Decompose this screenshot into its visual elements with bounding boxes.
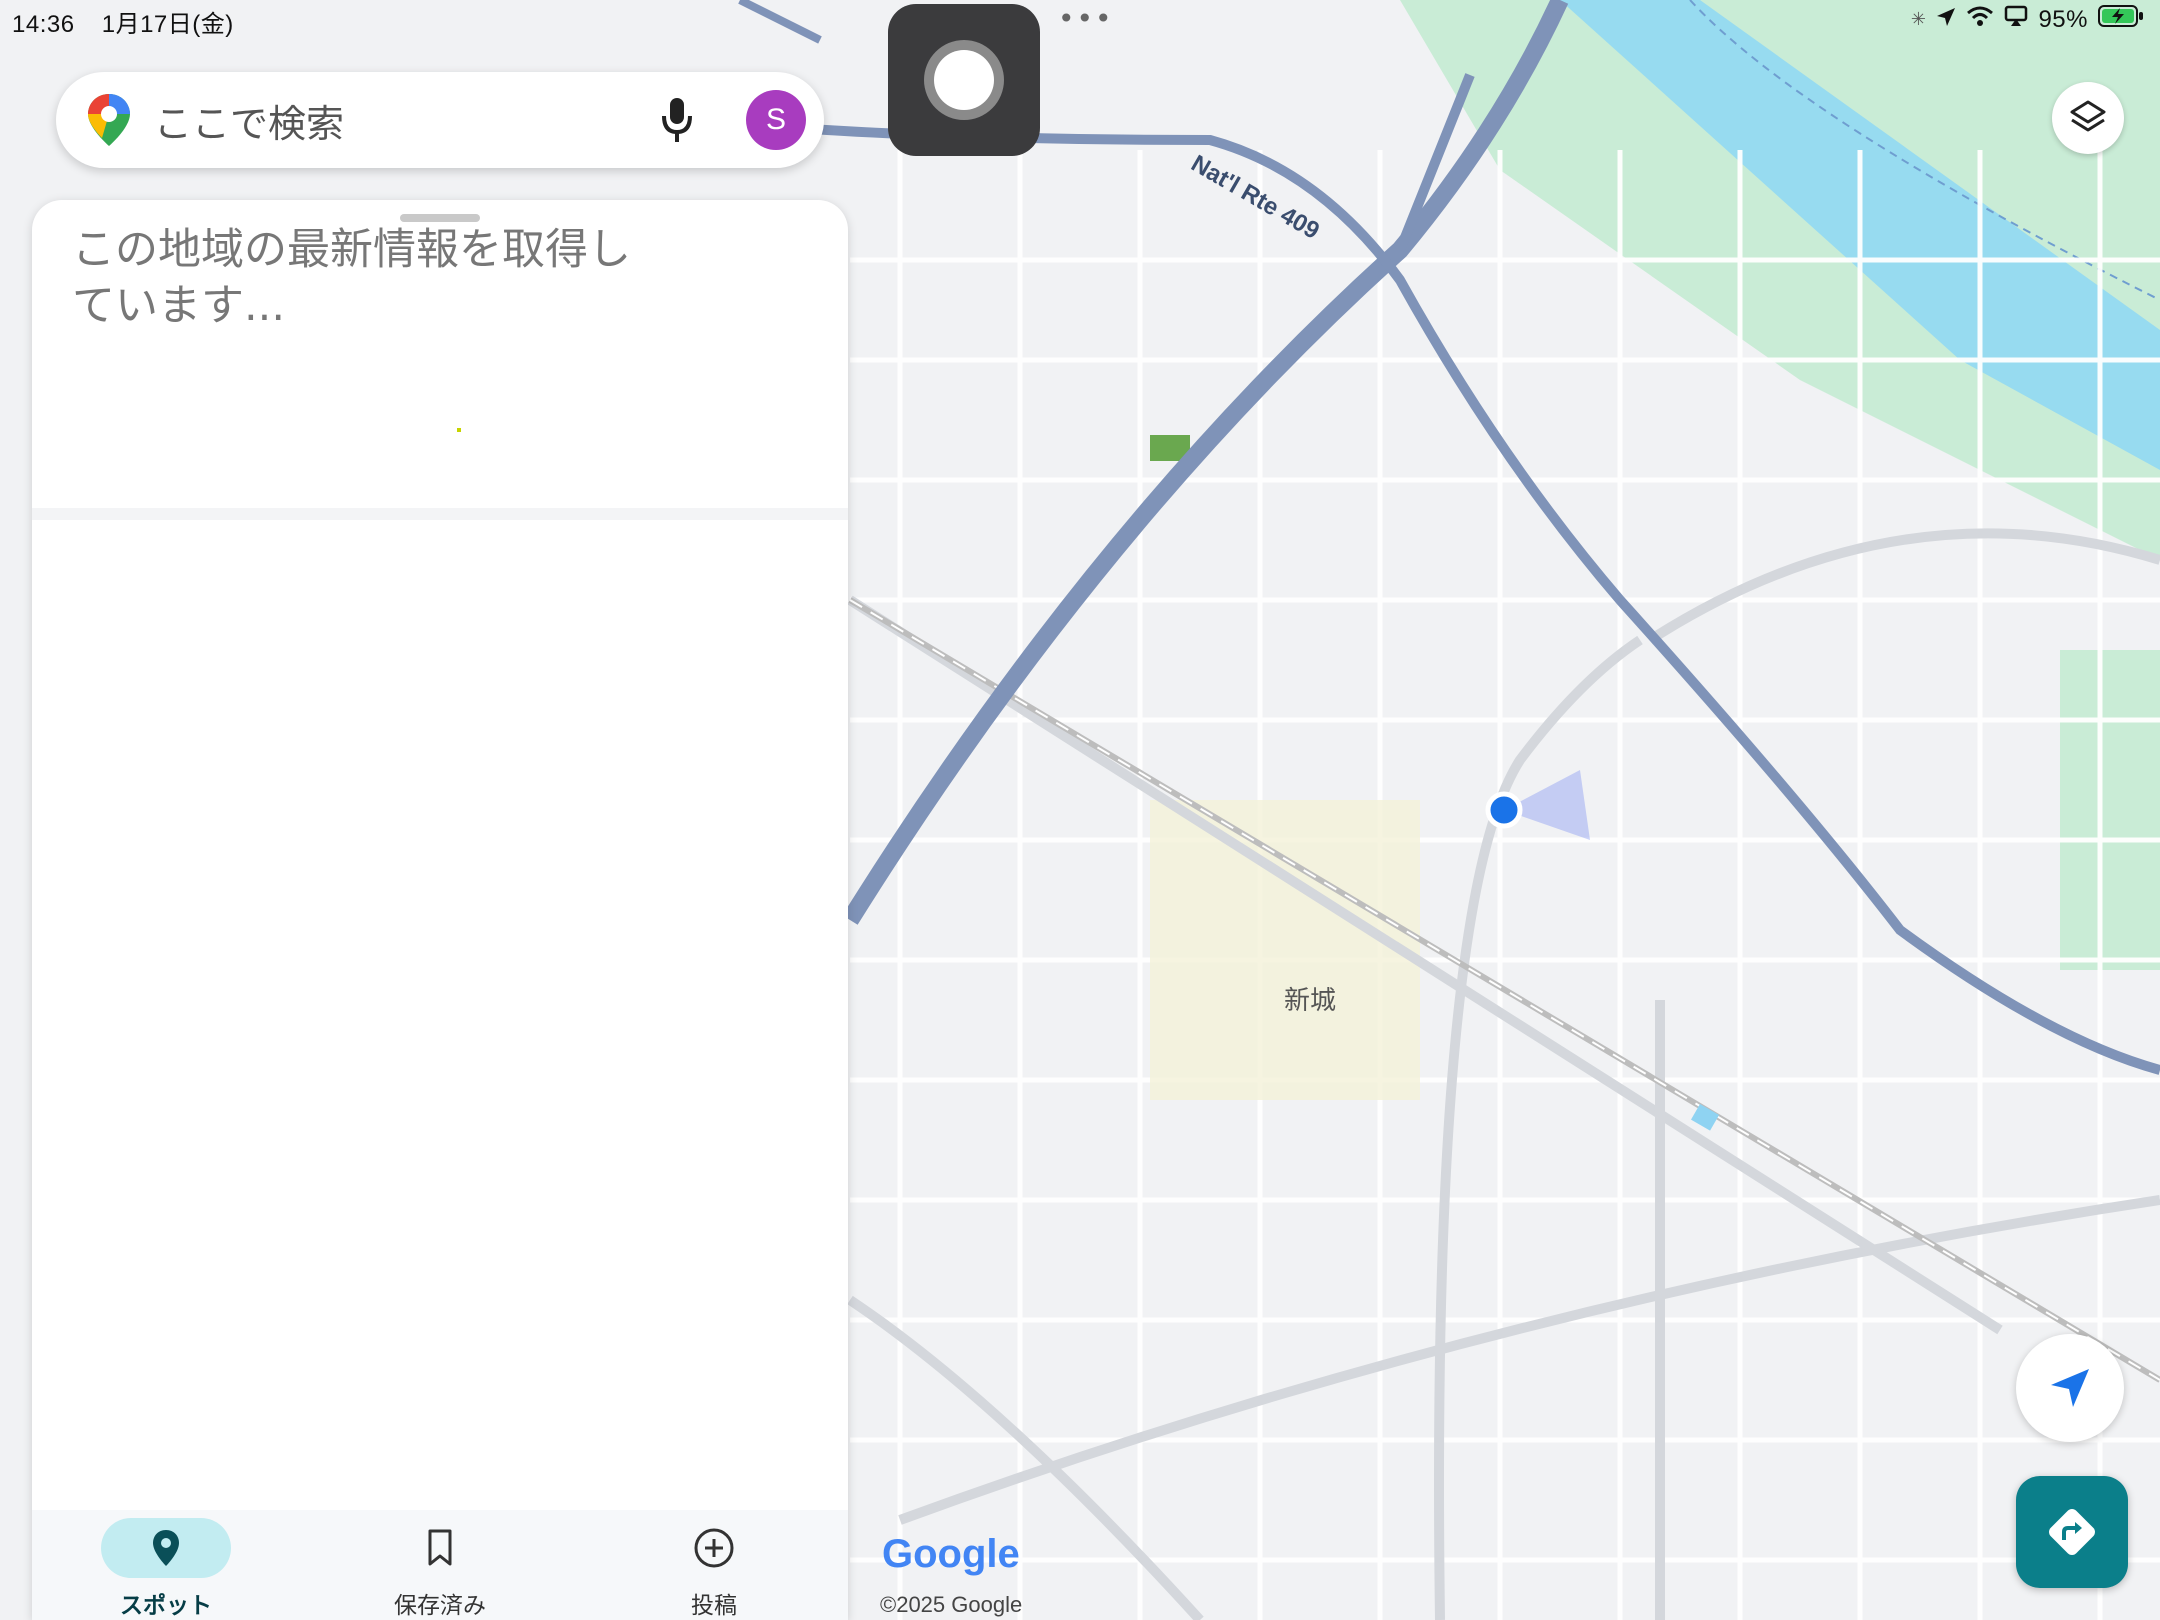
park-area-east xyxy=(2060,650,2160,970)
status-date: 1月17日(金) xyxy=(101,11,234,38)
google-logo-text: Google xyxy=(882,1532,1020,1576)
loading-icon: ✳ xyxy=(1910,9,1927,29)
layers-button[interactable] xyxy=(2052,82,2124,154)
panel-divider xyxy=(32,508,848,520)
search-bar[interactable]: ここで検索 S xyxy=(56,72,824,168)
search-input[interactable]: ここで検索 xyxy=(154,93,344,148)
bottom-navigation: スポット 保存済み 投稿 xyxy=(32,1510,848,1620)
status-bar-right: ✳ 95% xyxy=(1911,4,2144,35)
record-icon xyxy=(924,40,1004,120)
navigation-arrow-icon xyxy=(2051,1369,2089,1407)
wifi-icon xyxy=(1966,5,1994,34)
map-copyright: ©2025 Google xyxy=(880,1592,1023,1617)
loading-indicator xyxy=(457,428,461,432)
nav-contribute-label: 投稿 xyxy=(691,1593,737,1619)
status-bar-left: 14:36 1月17日(金) xyxy=(12,4,234,39)
microphone-icon[interactable] xyxy=(660,96,694,148)
google-logo: Google xyxy=(882,1532,1020,1577)
panel-drag-handle[interactable] xyxy=(400,214,480,222)
layers-icon xyxy=(2070,100,2106,132)
location-arrow-icon xyxy=(1936,6,1956,34)
loading-message: この地域の最新情報を取得しています... xyxy=(72,225,631,331)
nav-explore-label: スポット xyxy=(120,1593,212,1619)
google-maps-pin-icon xyxy=(86,92,132,152)
screen-mirror-icon xyxy=(2004,5,2028,34)
account-avatar[interactable]: S xyxy=(746,90,806,150)
screen-record-button[interactable] xyxy=(888,4,1040,156)
nav-saved-label: 保存済み xyxy=(394,1593,486,1619)
nav-explore[interactable]: スポット xyxy=(66,1510,266,1620)
status-time: 14:36 xyxy=(12,11,75,38)
explore-panel: この地域の最新情報を取得しています... スポット 保存済み 投稿 xyxy=(32,200,848,1620)
bookmark-icon xyxy=(428,1529,452,1566)
my-location-dot xyxy=(1485,791,1523,829)
add-circle-icon xyxy=(694,1528,734,1568)
directions-icon xyxy=(2049,1509,2095,1555)
my-location-button[interactable] xyxy=(2016,1334,2124,1442)
location-pin-icon xyxy=(153,1530,179,1566)
battery-icon xyxy=(2098,4,2144,35)
multitasking-dots-icon[interactable]: ••• xyxy=(1058,2,1114,35)
nav-contribute[interactable]: 投稿 xyxy=(614,1510,814,1620)
nav-saved-pill xyxy=(375,1518,505,1578)
nav-contribute-pill xyxy=(649,1518,779,1578)
nav-saved[interactable]: 保存済み xyxy=(340,1510,540,1620)
nav-explore-pill xyxy=(101,1518,231,1578)
area-label: 新城 xyxy=(1284,986,1337,1016)
battery-percent: 95% xyxy=(2038,5,2088,33)
directions-button[interactable] xyxy=(2016,1476,2128,1588)
